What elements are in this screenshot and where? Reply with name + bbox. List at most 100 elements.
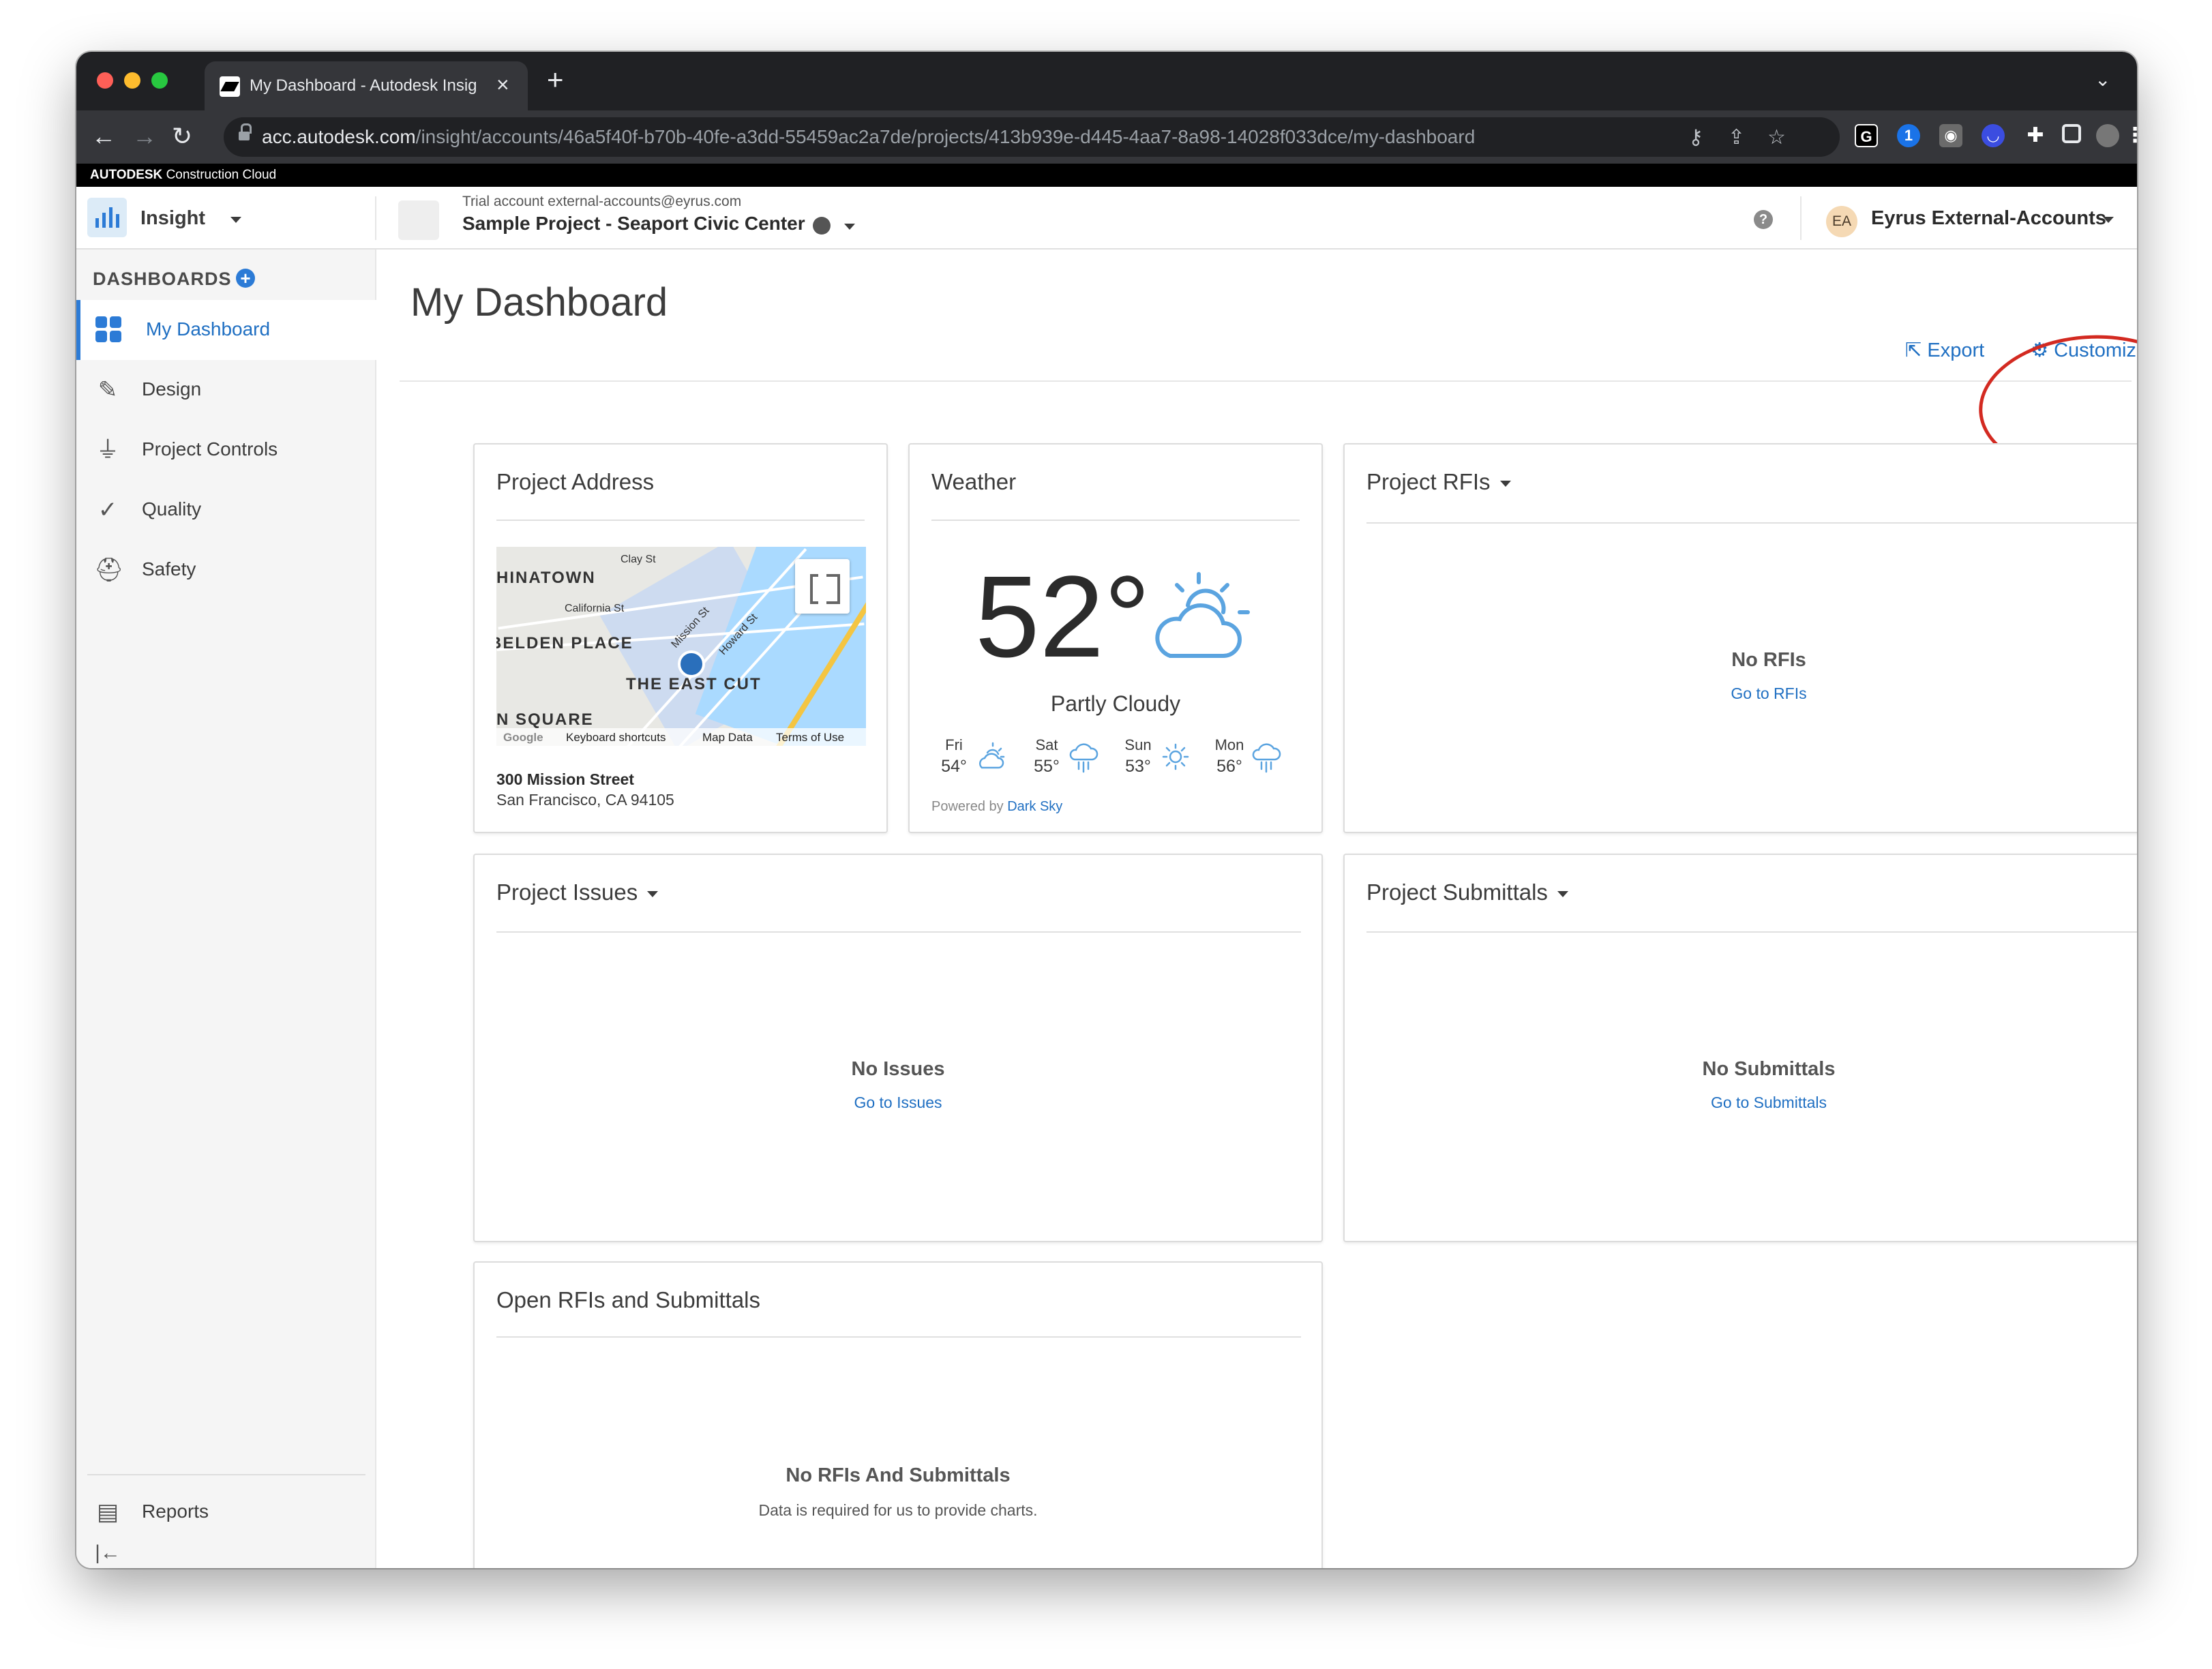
project-thumbnail-icon[interactable]	[398, 200, 439, 240]
insight-chart-icon	[87, 198, 127, 237]
empty-state-title: No RFIs And Submittals	[786, 1464, 1011, 1486]
puzzle-extensions-icon[interactable]: ✚	[2024, 124, 2047, 147]
partly-cloudy-icon	[978, 742, 1005, 769]
divider	[87, 1474, 365, 1475]
camera-extension-icon[interactable]: ◉	[1939, 124, 1962, 147]
sidebar-item-quality[interactable]: ✓ Quality	[76, 480, 376, 540]
empty-state-note: Data is required for us to provide chart…	[758, 1501, 1038, 1519]
tab-search-chevron-icon[interactable]: ⌄	[2095, 68, 2110, 91]
go-to-rfis-link[interactable]: Go to RFIs	[1345, 685, 2137, 703]
export-button[interactable]: ⇱ Export	[1905, 338, 1984, 362]
sidebar: DASHBOARDS + My Dashboard ✎ Design ⏚ Pro…	[76, 250, 376, 1568]
grammarly-extension-icon[interactable]: G	[1855, 124, 1878, 147]
chevron-down-icon	[1499, 480, 1511, 487]
help-icon[interactable]: ?	[1754, 210, 1773, 229]
location-pin-icon[interactable]	[678, 650, 705, 678]
map-label: BELDEN PLACE	[496, 634, 633, 652]
forecast-day: Sun 53°	[1114, 736, 1203, 784]
tab-close-icon[interactable]: ×	[496, 71, 509, 98]
zoom-window-button[interactable]	[151, 72, 168, 89]
module-switcher[interactable]: Insight	[86, 198, 243, 239]
sun-icon	[1162, 743, 1189, 770]
sidebar-item-design[interactable]: ✎ Design	[76, 360, 376, 420]
map-footer: Google Keyboard shortcuts Map Data Terms…	[496, 728, 866, 746]
issues-dropdown[interactable]: Project Issues	[496, 879, 659, 905]
trial-account-text: Trial account external-accounts@eyrus.co…	[462, 194, 742, 209]
browser-window: My Dashboard - Autodesk Insig × + ⌄ ← → …	[76, 52, 2137, 1568]
google-logo[interactable]: Google	[503, 731, 543, 745]
forecast-day: Sat 55°	[1023, 736, 1111, 784]
sidebar-item-project-controls[interactable]: ⏚ Project Controls	[76, 420, 376, 480]
page-title: My Dashboard	[410, 280, 668, 325]
add-dashboard-icon[interactable]: +	[236, 269, 255, 288]
current-temperature: 52°	[975, 552, 1151, 682]
divider	[496, 1336, 1301, 1338]
project-selector[interactable]: Sample Project - Seaport Civic Center	[462, 213, 805, 235]
card-title: Open RFIs and Submittals	[496, 1287, 761, 1312]
chevron-down-icon[interactable]	[844, 224, 855, 230]
sidebar-item-my-dashboard[interactable]: My Dashboard	[76, 300, 376, 360]
project-submittals-card: Project Submittals No Submittals Go to S…	[1343, 854, 2137, 1242]
forward-icon[interactable]: →	[132, 120, 157, 153]
rain-icon	[1252, 743, 1281, 773]
rfis-dropdown[interactable]: Project RFIs	[1366, 469, 1511, 495]
project-map[interactable]: HINATOWN Clay St California St BELDEN PL…	[496, 547, 866, 746]
go-to-submittals-link[interactable]: Go to Submittals	[1345, 1094, 2137, 1112]
browser-menu-icon[interactable]: ⋮	[2125, 124, 2137, 147]
main-content: My Dashboard ⇱ Export ⚙ Customize Projec…	[378, 250, 2137, 1568]
divider	[1366, 931, 2137, 933]
terms-link[interactable]: Terms of Use	[776, 731, 844, 745]
share-icon[interactable]: ⇪	[1728, 125, 1745, 149]
browser-tab[interactable]: My Dashboard - Autodesk Insig ×	[205, 61, 528, 110]
chevron-down-icon[interactable]	[2103, 217, 2114, 223]
close-window-button[interactable]	[97, 72, 113, 89]
url-text: acc.autodesk.com/insight/accounts/46a5f4…	[262, 126, 1476, 147]
keyboard-shortcuts-link[interactable]: Keyboard shortcuts	[566, 731, 666, 745]
hardhat-icon: ⛑	[94, 557, 124, 583]
project-issues-card: Project Issues No Issues Go to Issues	[473, 854, 1323, 1242]
new-tab-button[interactable]: +	[547, 63, 564, 97]
avatar[interactable]: EA	[1826, 206, 1857, 237]
submittals-dropdown[interactable]: Project Submittals	[1366, 879, 1568, 905]
sidebar-item-label: Design	[142, 378, 202, 400]
fullscreen-icon[interactable]	[795, 559, 850, 614]
lock-icon[interactable]	[239, 123, 252, 142]
autodesk-favicon-icon	[220, 76, 240, 97]
divider	[496, 931, 1301, 933]
collapse-sidebar-button[interactable]: |←	[76, 1539, 376, 1568]
check-icon: ✓	[98, 497, 118, 523]
sidebar-item-label: Reports	[142, 1501, 209, 1522]
partly-cloudy-icon	[1155, 572, 1250, 658]
minimize-window-button[interactable]	[124, 72, 140, 89]
side-panel-icon[interactable]	[2062, 124, 2081, 143]
password-manager-extension-icon[interactable]: 1	[1897, 124, 1920, 147]
dashboards-heading: DASHBOARDS	[93, 269, 232, 289]
back-icon[interactable]: ←	[91, 120, 116, 153]
autodesk-logo[interactable]: AUTODESK Construction Cloud	[90, 168, 276, 183]
user-menu[interactable]: Eyrus External-Accounts	[1871, 207, 2106, 230]
address-street: 300 Mission Street	[496, 770, 634, 788]
profile-avatar-icon[interactable]	[2096, 124, 2119, 147]
bookmark-star-icon[interactable]: ☆	[1767, 125, 1786, 149]
sidebar-item-reports[interactable]: ▤ Reports	[76, 1482, 376, 1542]
map-label: HINATOWN	[496, 569, 596, 587]
project-address-card: Project Address HINATOWN Clay St Califor…	[473, 443, 888, 833]
weather-card: Weather 52° Partly Cloudy Fri 54° Sat 55…	[908, 443, 1323, 833]
key-icon[interactable]: ⚷	[1688, 125, 1703, 149]
acc-banner: AUTODESK Construction Cloud	[76, 164, 2137, 187]
reload-icon[interactable]: ↻	[172, 120, 192, 153]
extension-icon[interactable]: ◡	[1982, 124, 2005, 147]
globe-icon	[813, 217, 831, 235]
go-to-issues-link[interactable]: Go to Issues	[475, 1094, 1321, 1112]
address-bar[interactable]: acc.autodesk.com/insight/accounts/46a5f4…	[224, 117, 1840, 157]
browser-toolbar: ← → ↻ acc.autodesk.com/insight/accounts/…	[76, 110, 2137, 164]
divider	[1800, 196, 1802, 240]
forecast-day: Fri 54°	[930, 736, 1019, 784]
map-data-link[interactable]: Map Data	[702, 731, 753, 745]
tab-strip: My Dashboard - Autodesk Insig × + ⌄	[76, 52, 2137, 110]
dark-sky-link[interactable]: Dark Sky	[1007, 799, 1062, 814]
sidebar-item-safety[interactable]: ⛑ Safety	[76, 540, 376, 600]
divider	[1366, 522, 2137, 524]
edit-icon: ✎	[98, 377, 118, 403]
address-city: San Francisco, CA 94105	[496, 791, 674, 809]
